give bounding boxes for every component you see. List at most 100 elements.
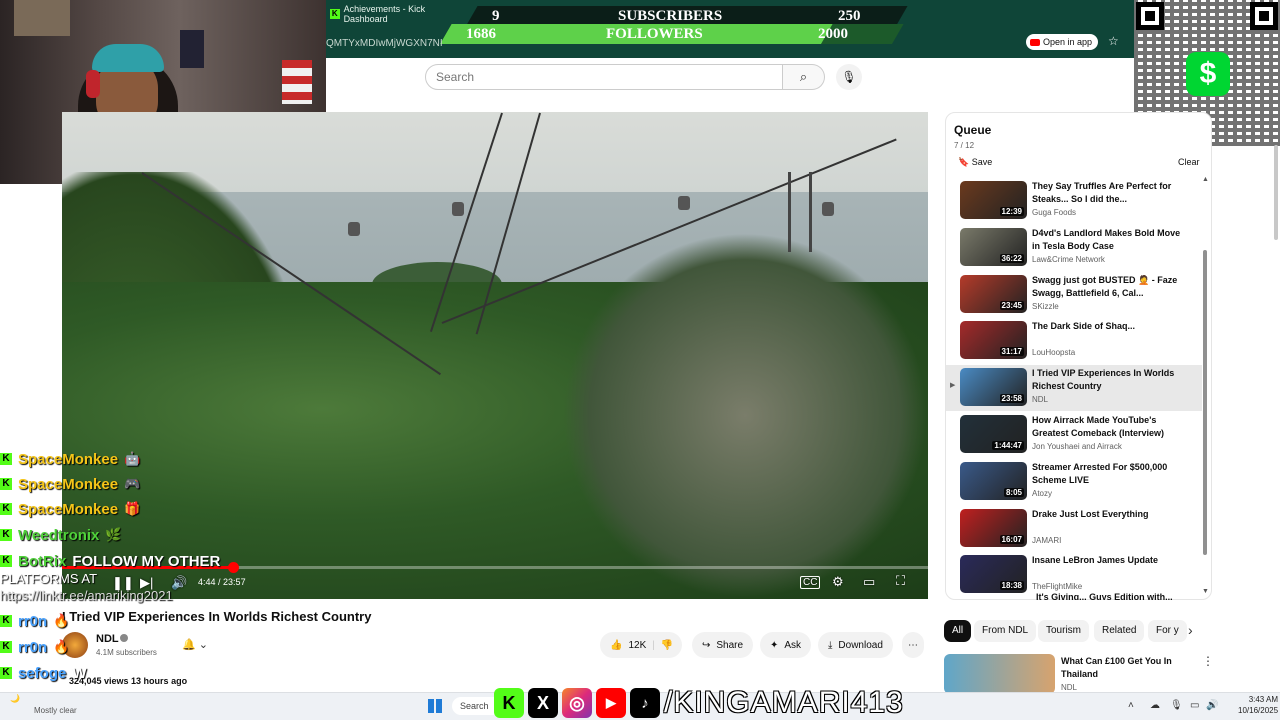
share-icon: ↪ xyxy=(702,639,711,651)
chat-username[interactable]: rr0n xyxy=(18,613,47,630)
chat-emote: 🌿 xyxy=(105,527,122,542)
kick-logo-icon: K xyxy=(330,9,340,19)
windows-start-icon[interactable] xyxy=(428,699,442,713)
more-actions-button[interactable]: ⋯ xyxy=(902,632,924,658)
flag-decoration xyxy=(282,60,312,104)
theater-mode-icon[interactable]: ▭ xyxy=(863,574,875,590)
voice-search-button[interactable]: 🎙 xyxy=(836,64,862,90)
queue-item-title[interactable]: D4vd's Landlord Makes Bold Move in Tesla… xyxy=(1032,227,1182,253)
queue-item-title[interactable]: How Airrack Made YouTube's Greatest Come… xyxy=(1032,414,1182,440)
chevron-right-icon[interactable]: › xyxy=(1188,622,1193,638)
page-scrollbar[interactable] xyxy=(1274,145,1278,240)
queue-item-title[interactable]: Drake Just Lost Everything xyxy=(1032,508,1182,521)
chat-username[interactable]: BotRix xyxy=(18,553,66,570)
queue-item-duration: 23:45 xyxy=(999,300,1024,310)
cloud-icon[interactable]: ☁ xyxy=(1150,700,1160,711)
queue-item-title[interactable]: They Say Truffles Are Perfect for Steaks… xyxy=(1032,180,1182,206)
queue-item[interactable]: 1:44:47 How Airrack Made YouTube's Greate… xyxy=(946,412,1202,458)
queue-scrollbar[interactable] xyxy=(1203,250,1207,555)
more-vert-icon[interactable]: ⋮ xyxy=(1202,654,1214,668)
like-button[interactable]: 👍 12K | 👎 xyxy=(600,632,682,658)
queue-item-channel: NDL xyxy=(1032,395,1049,405)
queue-item-duration: 1:44:47 xyxy=(992,441,1024,450)
open-in-app-button[interactable]: Open in app xyxy=(1026,34,1098,50)
queue-item-thumbnail[interactable]: 12:39 xyxy=(960,181,1027,219)
queue-item-title[interactable]: The Dark Side of Shaq... xyxy=(1032,320,1182,333)
scroll-up-icon[interactable]: ▲ xyxy=(1202,176,1209,183)
queue-item[interactable]: 36:22 D4vd's Landlord Makes Bold Move in … xyxy=(946,225,1202,271)
recommendation-thumbnail[interactable] xyxy=(944,654,1055,694)
video-player[interactable] xyxy=(62,112,928,599)
filter-chip[interactable]: For y xyxy=(1148,620,1187,642)
chat-username[interactable]: rr0n xyxy=(18,639,47,656)
queue-item-thumbnail[interactable]: 18:38 xyxy=(960,555,1027,594)
filter-chip[interactable]: Tourism xyxy=(1038,620,1090,642)
queue-item[interactable]: 8:05 Streamer Arrested For $500,000 Schem… xyxy=(946,459,1202,505)
queue-item-title[interactable]: Streamer Arrested For $500,000 Scheme LI… xyxy=(1032,461,1182,487)
queue-item-channel: Jon Youshaei and Airrack xyxy=(1032,442,1122,451)
share-button[interactable]: ↪ Share xyxy=(692,632,754,658)
queue-item-title[interactable]: Swagg just got BUSTED 🤦 - Faze Swagg, Ba… xyxy=(1032,274,1182,300)
system-clock[interactable]: 3:43 AM 10/16/2025 xyxy=(1238,694,1278,716)
queue-item-thumbnail[interactable]: 1:44:47 xyxy=(960,415,1027,453)
chat-username[interactable]: SpaceMonkee xyxy=(18,501,118,518)
queue-clear-button[interactable]: Clear xyxy=(1178,157,1200,167)
kick-dashboard-tab[interactable]: K Achievements - Kick Dashboard xyxy=(330,4,466,24)
weather-icon[interactable]: 🌙 xyxy=(10,694,20,703)
tiktok-social-icon: ♪ xyxy=(630,688,660,718)
youtube-social-icon: ▶ xyxy=(596,688,626,718)
bookmark-star-icon[interactable]: ☆ xyxy=(1108,34,1119,48)
filter-chip[interactable]: Related xyxy=(1094,620,1145,642)
followers-label: FOLLOWERS xyxy=(606,26,703,42)
kick-badge-icon: K xyxy=(0,503,12,515)
thumbs-down-icon[interactable]: 👎 xyxy=(661,640,673,651)
recommendation-title[interactable]: What Can £100 Get You In Thailand xyxy=(1061,655,1181,681)
chat-username[interactable]: Weedtronix xyxy=(18,527,99,544)
channel-name[interactable]: NDL xyxy=(96,633,119,645)
search-button[interactable]: ⌕ xyxy=(783,64,825,90)
chat-username[interactable]: sefoge xyxy=(18,665,66,682)
queue-item-thumbnail[interactable]: 23:58 xyxy=(960,368,1027,407)
ask-button[interactable]: ✦ Ask xyxy=(760,632,812,658)
instagram-social-icon: ◎ xyxy=(562,688,592,718)
queue-item-title[interactable]: Insane LeBron James Update xyxy=(1032,554,1182,567)
queue-item-thumbnail[interactable]: 31:17 xyxy=(960,321,1027,360)
queue-save-button[interactable]: 🔖 Save xyxy=(958,157,992,168)
queue-item[interactable]: 23:45 Swagg just got BUSTED 🤦 - Faze Swag… xyxy=(946,272,1202,318)
search-input[interactable]: Search xyxy=(425,64,783,90)
chat-username[interactable]: SpaceMonkee xyxy=(18,451,118,468)
queue-partial-item[interactable]: It's Giving... Guys Edition with... xyxy=(1036,592,1173,600)
settings-gear-icon[interactable]: ⚙ xyxy=(832,574,844,590)
queue-item-thumbnail[interactable]: 23:45 xyxy=(960,274,1027,313)
chat-username[interactable]: SpaceMonkee xyxy=(18,476,118,493)
queue-item-thumbnail[interactable]: 36:22 xyxy=(960,227,1027,266)
recommendation-channel[interactable]: NDL xyxy=(1061,683,1077,692)
volume-tray-icon[interactable]: 🔊 xyxy=(1206,700,1218,711)
queue-item-duration: 12:39 xyxy=(999,207,1024,216)
volume-icon[interactable]: 🔊 xyxy=(171,575,187,591)
download-button[interactable]: ⤓ Download xyxy=(818,632,893,658)
filter-chip[interactable]: All xyxy=(944,620,972,642)
queue-item-duration: 31:17 xyxy=(999,347,1024,357)
network-icon[interactable]: ▭ xyxy=(1190,700,1199,711)
download-label: Download xyxy=(838,639,883,651)
queue-item[interactable]: 12:39 They Say Truffles Are Perfect for S… xyxy=(946,178,1202,224)
scroll-down-icon[interactable]: ▼ xyxy=(1202,588,1209,595)
chat-message: Ksefoge W xyxy=(0,662,87,684)
queue-item[interactable]: ▶ 23:58 I Tried VIP Experiences In Worlds … xyxy=(946,365,1202,412)
subscribers-label: SUBSCRIBERS xyxy=(618,8,723,24)
notification-bell-icon[interactable]: 🔔 ⌄ xyxy=(182,638,222,654)
queue-item-thumbnail[interactable]: 16:07 xyxy=(960,508,1027,547)
fullscreen-icon[interactable]: ⛶ xyxy=(896,573,905,589)
chat-text: FOLLOW MY OTHER xyxy=(72,552,221,570)
filter-chip[interactable]: From NDL xyxy=(974,620,1037,642)
queue-item-title[interactable]: I Tried VIP Experiences In Worlds Riches… xyxy=(1032,367,1182,393)
queue-item-thumbnail[interactable]: 8:05 xyxy=(960,461,1027,500)
captions-icon[interactable]: CC xyxy=(800,576,821,589)
tray-chevron-icon[interactable]: ˄ xyxy=(1128,700,1134,711)
queue-item[interactable]: 31:17 The Dark Side of Shaq... LouHoopsta xyxy=(946,318,1202,364)
microphone-tray-icon[interactable]: 🎙 xyxy=(1170,700,1183,711)
queue-item[interactable]: 16:07 Drake Just Lost Everything JAMARI xyxy=(946,506,1202,552)
queue-item-channel: Guga Foods xyxy=(1032,208,1077,217)
weather-status: Mostly clear xyxy=(34,706,77,715)
